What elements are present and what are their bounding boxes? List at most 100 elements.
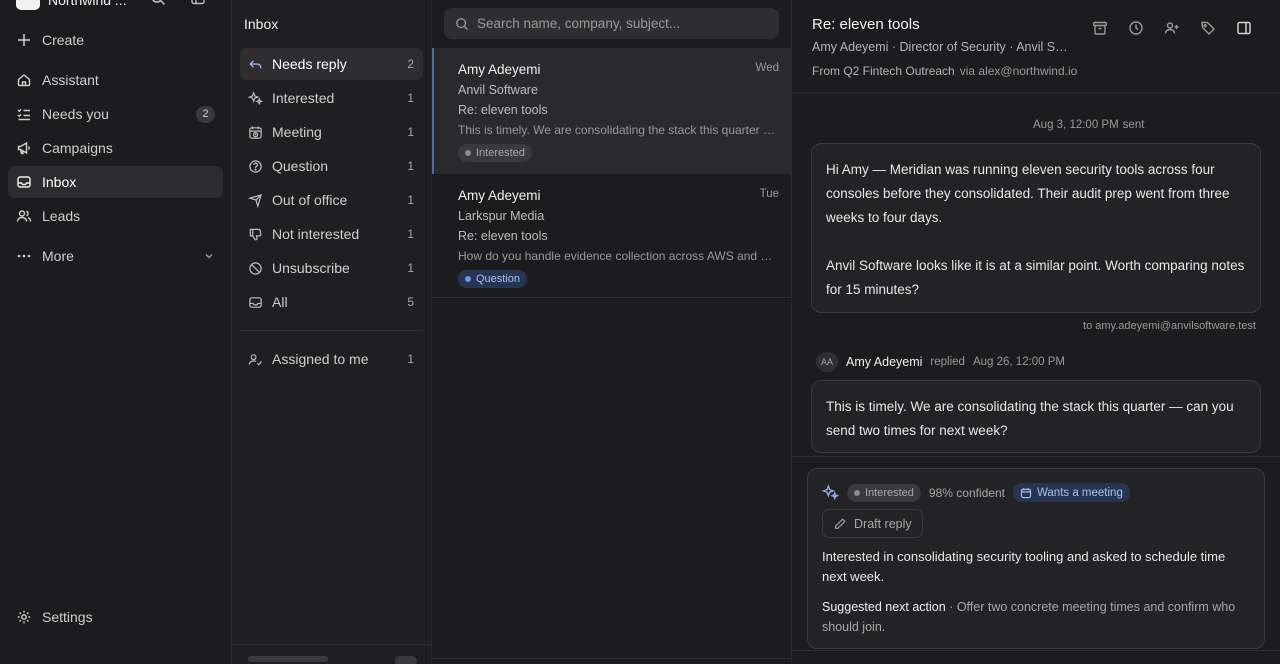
- message-subject: Re: eleven tools: [458, 103, 548, 117]
- status-badge: Interested: [458, 144, 532, 162]
- count-badge: 2: [196, 106, 215, 123]
- message-paragraph: Anvil Software looks like it is at a sim…: [826, 258, 1245, 297]
- create-button[interactable]: Create: [8, 24, 223, 56]
- message-row[interactable]: Amy Adeyemi Wed Anvil Software Re: eleve…: [432, 48, 791, 174]
- folder-label: Needs reply: [272, 56, 347, 72]
- folders-title: Inbox: [244, 16, 279, 32]
- recipient-line: to amy.adeyemi@anvilsoftware.test: [1083, 320, 1256, 332]
- folder-label: Out of office: [272, 192, 348, 208]
- folder-not-interested[interactable]: Not interested 1: [240, 218, 423, 250]
- folder-count: 1: [407, 159, 414, 173]
- footer-toggle[interactable]: [395, 656, 417, 664]
- reply-header: AA Amy Adeyemi replied Aug 26, 12:00 PM: [816, 352, 1065, 372]
- calendar-clock-icon: [248, 125, 263, 140]
- sender-name: Amy Adeyemi: [458, 62, 541, 77]
- status-badge: Interested: [847, 483, 921, 502]
- archive-icon[interactable]: [1092, 20, 1108, 36]
- plane-icon: [248, 193, 263, 208]
- settings-button[interactable]: Settings: [8, 601, 223, 633]
- folder-question[interactable]: Question 1: [240, 150, 423, 182]
- folder-label: All: [272, 294, 288, 310]
- folder-meeting[interactable]: Meeting 1: [240, 116, 423, 148]
- search-icon: [455, 17, 469, 31]
- panel-toggle-icon[interactable]: [1236, 20, 1252, 36]
- sidebar-item-label: Needs you: [42, 106, 109, 122]
- status-badge-label: Interested: [865, 486, 914, 499]
- chevron-down-icon: [203, 250, 215, 262]
- sidebar-item-label: Leads: [42, 208, 81, 224]
- campaign-source: From Q2 Fintech Outreach via alex@northwi…: [812, 64, 1077, 78]
- intent-label: Wants a meeting: [1036, 486, 1123, 499]
- divider: [792, 92, 1280, 93]
- sender-company: Larkspur Media: [458, 209, 545, 223]
- folder-label: Assigned to me: [272, 351, 369, 367]
- folder-label: Question: [272, 158, 329, 174]
- footer-placeholder: [248, 656, 328, 662]
- question-icon: [248, 159, 263, 174]
- draft-reply-label: Draft reply: [854, 516, 912, 531]
- folder-count: 5: [407, 295, 414, 309]
- folder-count: 2: [407, 57, 414, 71]
- sidebar-item-assistant[interactable]: Assistant: [8, 64, 223, 96]
- status-badge-label: Interested: [476, 147, 525, 159]
- sidebar-item-leads[interactable]: Leads: [8, 200, 223, 232]
- ai-summary: Interested in consolidating security too…: [822, 549, 1226, 584]
- folder-label: Interested: [272, 90, 335, 106]
- sent-time: Aug 3, 12:00 PM: [1033, 119, 1119, 131]
- folder-count: 1: [407, 352, 414, 366]
- folder-out-of-office[interactable]: Out of office 1: [240, 184, 423, 216]
- ban-icon: [248, 261, 263, 276]
- inbox-icon: [248, 295, 263, 310]
- message-subject: Re: eleven tools: [458, 229, 548, 243]
- suggested-next-action: Suggested next action · Offer two concre…: [822, 597, 1252, 637]
- sidebar: Northwind ... Create Assistant Needs you…: [0, 0, 232, 664]
- plus-icon: [16, 32, 32, 48]
- draft-reply-button[interactable]: Draft reply: [822, 509, 923, 538]
- status-badge: Question: [458, 270, 528, 288]
- folder-label: Meeting: [272, 124, 322, 140]
- folder-count: 1: [407, 227, 414, 241]
- folder-assigned-to-me[interactable]: Assigned to me 1: [240, 343, 423, 375]
- reply-icon: [248, 57, 263, 72]
- sender-company: Anvil Software: [458, 83, 538, 97]
- thread-title: Re: eleven tools: [812, 16, 920, 33]
- assign-user-icon[interactable]: [1164, 20, 1180, 36]
- search-input[interactable]: [477, 16, 767, 31]
- search-icon[interactable]: [150, 0, 166, 6]
- sidebar-toggle-icon[interactable]: [190, 0, 206, 6]
- folder-interested[interactable]: Interested 1: [240, 82, 423, 114]
- message-paragraph: This is timely. We are consolidating the…: [826, 399, 1234, 438]
- sender-name: Amy Adeyemi: [458, 188, 541, 203]
- message-list: Amy Adeyemi Wed Anvil Software Re: eleve…: [432, 0, 792, 664]
- sidebar-item-more[interactable]: More: [8, 240, 223, 272]
- intent-badge: Wants a meeting: [1012, 483, 1130, 502]
- folder-needs-reply[interactable]: Needs reply 2: [240, 48, 423, 80]
- message-paragraph: Hi Amy — Meridian was running eleven sec…: [826, 162, 1230, 225]
- sidebar-item-inbox[interactable]: Inbox: [8, 166, 223, 198]
- workspace-switcher[interactable]: Northwind ...: [16, 0, 127, 10]
- search-bar[interactable]: [444, 8, 779, 39]
- divider: [240, 330, 423, 331]
- avatar: AA: [816, 352, 838, 372]
- sidebar-item-needs-you[interactable]: Needs you 2: [8, 98, 223, 130]
- sparkle-icon: [248, 90, 263, 106]
- create-label: Create: [42, 32, 85, 48]
- message-row[interactable]: Amy Adeyemi Tue Larkspur Media Re: eleve…: [432, 174, 791, 297]
- next-action-key: Suggested next action: [822, 600, 946, 614]
- reply-verb: replied: [930, 356, 965, 368]
- tag-icon[interactable]: [1200, 20, 1216, 36]
- folder-all[interactable]: All 5: [240, 286, 423, 318]
- workspace-name: Northwind ...: [48, 0, 127, 8]
- message-snippet: How do you handle evidence collection ac…: [458, 249, 778, 263]
- brand-logo: [16, 0, 40, 10]
- divider: [432, 658, 791, 659]
- message-date: Tue: [759, 188, 779, 200]
- confidence-text: 98% confident: [928, 485, 1005, 500]
- clock-icon[interactable]: [1128, 20, 1144, 36]
- checklist-icon: [16, 106, 32, 122]
- sidebar-item-label: More: [42, 248, 74, 264]
- sidebar-item-label: Campaigns: [42, 140, 113, 156]
- folder-count: 1: [407, 125, 414, 139]
- folder-unsubscribe[interactable]: Unsubscribe 1: [240, 252, 423, 284]
- sidebar-item-campaigns[interactable]: Campaigns: [8, 132, 223, 164]
